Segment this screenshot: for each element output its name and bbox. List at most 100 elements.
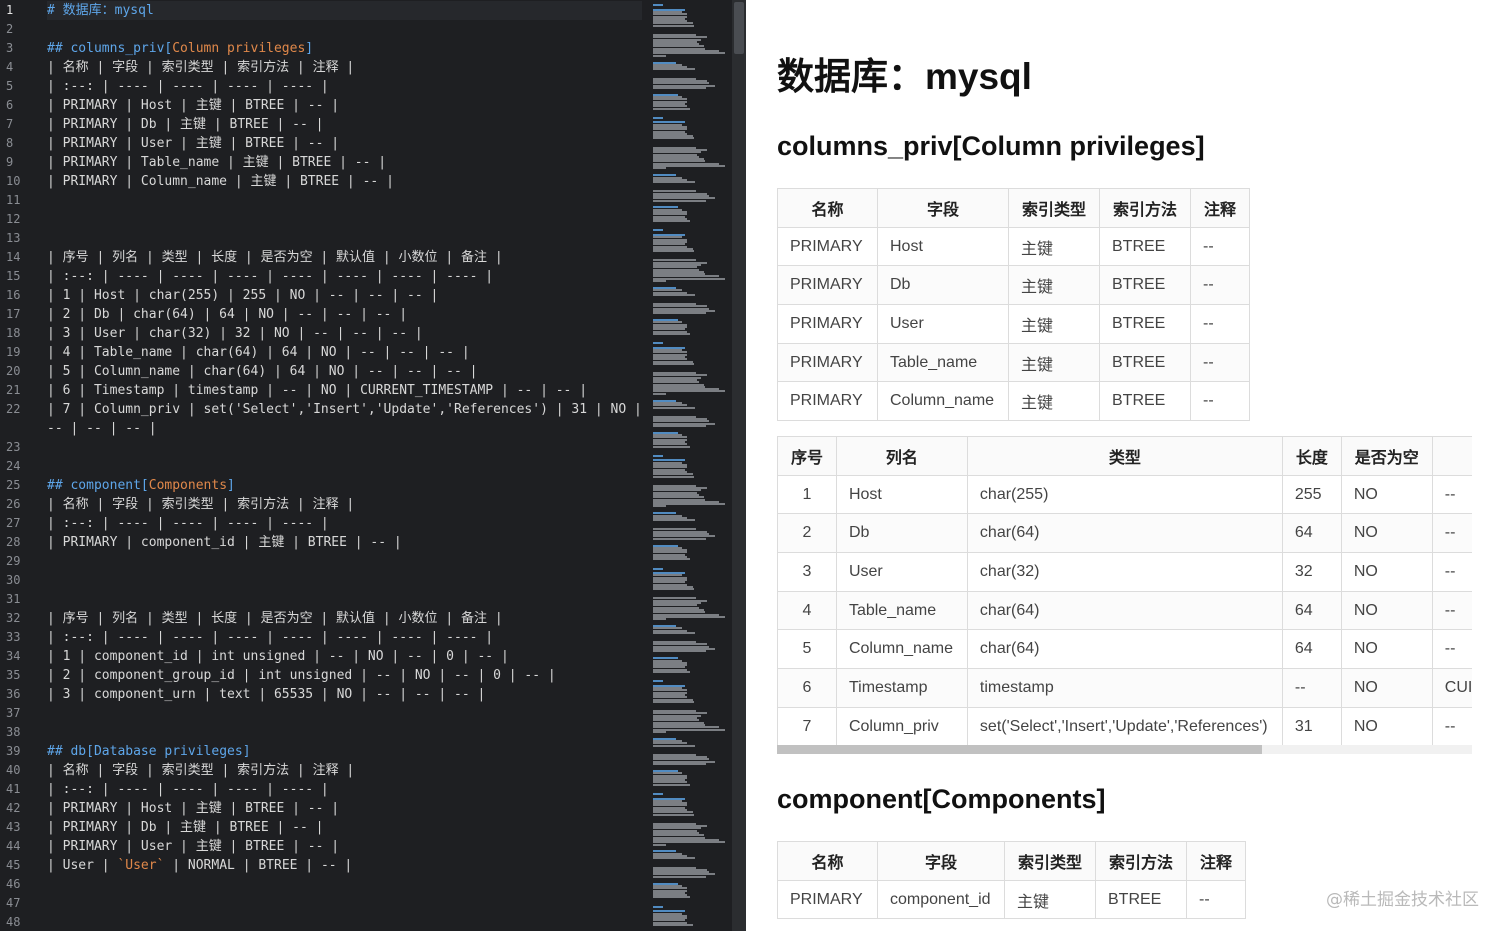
table-cell: BTREE	[1095, 879, 1187, 920]
table-cell: NO	[1340, 706, 1433, 747]
code-line[interactable]: | PRIMARY | User | 主键 | BTREE | -- |	[47, 134, 642, 153]
line-number: 16	[6, 288, 21, 302]
table-scrollbar-thumb[interactable]	[777, 745, 1262, 754]
code-line[interactable]: | User | `User` | NORMAL | BTREE | -- |	[47, 856, 642, 875]
table-cell: PRIMARY	[777, 226, 878, 267]
code-line[interactable]: | 6 | Timestamp | timestamp | -- | NO | …	[47, 381, 642, 400]
line-number: 25	[6, 478, 21, 492]
line-number: 36	[6, 687, 21, 701]
code-line[interactable]: | 名称 | 字段 | 索引类型 | 索引方法 | 注释 |	[47, 58, 642, 77]
code-line[interactable]: | PRIMARY | Host | 主键 | BTREE | -- |	[47, 799, 642, 818]
table-cell: Column_name	[835, 629, 968, 670]
code-line[interactable]: | 序号 | 列名 | 类型 | 长度 | 是否为空 | 默认值 | 小数位 |…	[47, 248, 642, 267]
table-row: 4 Table_name char(64) 64 NO --	[777, 590, 1472, 631]
code-line[interactable]	[47, 913, 642, 931]
table-horizontal-scrollbar[interactable]	[777, 745, 1472, 754]
table-cell: --	[1431, 629, 1472, 670]
code-line[interactable]: | 5 | Column_name | char(64) | 64 | NO |…	[47, 362, 642, 381]
minimap-line	[653, 700, 694, 703]
code-line[interactable]: | 3 | component_urn | text | 65535 | NO …	[47, 685, 642, 704]
code-line[interactable]: | :--: | ---- | ---- | ---- | ---- |	[47, 780, 642, 799]
code-line[interactable]: | 1 | component_id | int unsigned | -- |…	[47, 647, 642, 666]
code-line[interactable]	[47, 571, 642, 590]
line-number: 38	[6, 725, 21, 739]
code-line[interactable]: | 名称 | 字段 | 索引类型 | 索引方法 | 注释 |	[47, 495, 642, 514]
code-line[interactable]: | :--: | ---- | ---- | ---- | ---- | ---…	[47, 267, 642, 286]
table-cell: NO	[1340, 590, 1433, 631]
minimap-line	[653, 137, 694, 140]
column-table-scroll-container[interactable]: 序号 列名 类型 长度 是否为空 1 Host char(255) 255 NO -- 2 Db cha…	[777, 436, 1472, 758]
code-line[interactable]: | :--: | ---- | ---- | ---- | ---- |	[47, 514, 642, 533]
column-header: 索引类型	[1008, 188, 1100, 228]
code-line[interactable]	[47, 229, 642, 248]
code-line[interactable]: | PRIMARY | Host | 主键 | BTREE | -- |	[47, 96, 642, 115]
minimap-line	[653, 680, 663, 683]
code-line[interactable]	[47, 875, 642, 894]
minimap-line	[653, 857, 695, 860]
code-line[interactable]: | 2 | Db | char(64) | 64 | NO | -- | -- …	[47, 305, 642, 324]
code-line[interactable]	[47, 894, 642, 913]
line-number: 9	[6, 155, 14, 169]
minimap-line	[653, 744, 695, 747]
table-cell: 主键	[1008, 265, 1100, 306]
minimap-line	[653, 631, 695, 634]
markdown-editor[interactable]: 1 2 3 4 5 6 7 8 9 10 11 12 13 14 15 16 17 18 19 20 21 22 23 24 2…	[0, 0, 746, 931]
code-line[interactable]: # 数据库：mysql	[47, 1, 642, 20]
minimap-line	[653, 54, 666, 57]
code-line[interactable]	[47, 438, 642, 457]
code-line[interactable]	[47, 191, 642, 210]
table-cell: --	[1190, 381, 1250, 422]
line-number-gutter: 1 2 3 4 5 6 7 8 9 10 11 12 13 14 15 16 17 18 19 20 21 22 23 24 2…	[0, 1, 38, 931]
code-line[interactable]: | 7 | Column_priv | set('Select','Insert…	[47, 400, 642, 419]
minimap[interactable]	[651, 0, 733, 931]
editor-scrollbar-thumb[interactable]	[734, 2, 744, 54]
line-number: 14	[6, 250, 21, 264]
table-cell: Host	[835, 474, 968, 515]
code-line[interactable]: | PRIMARY | Db | 主键 | BTREE | -- |	[47, 818, 642, 837]
code-line[interactable]: | PRIMARY | component_id | 主键 | BTREE | …	[47, 533, 642, 552]
line-number: 48	[6, 915, 21, 929]
code-line[interactable]: | :--: | ---- | ---- | ---- | ---- |	[47, 77, 642, 96]
code-line[interactable]: | PRIMARY | Db | 主键 | BTREE | -- |	[47, 115, 642, 134]
code-line[interactable]: | 序号 | 列名 | 类型 | 长度 | 是否为空 | 默认值 | 小数位 |…	[47, 609, 642, 628]
minimap-line	[653, 406, 695, 409]
code-line[interactable]: | 3 | User | char(32) | 32 | NO | -- | -…	[47, 324, 642, 343]
code-line[interactable]: | PRIMARY | Table_name | 主键 | BTREE | --…	[47, 153, 642, 172]
code-line[interactable]: | 1 | Host | char(255) | 255 | NO | -- |…	[47, 286, 642, 305]
code-line[interactable]	[47, 723, 642, 742]
table-cell: --	[1431, 552, 1472, 592]
line-number: 24	[6, 459, 21, 473]
code-line[interactable]: | :--: | ---- | ---- | ---- | ---- | ---…	[47, 628, 642, 647]
code-line[interactable]	[47, 704, 642, 723]
code-line[interactable]	[47, 210, 642, 229]
table-cell: PRIMARY	[777, 342, 878, 383]
line-number: 40	[6, 763, 21, 777]
code-line[interactable]	[47, 590, 642, 609]
code-line[interactable]: | 2 | component_group_id | int unsigned …	[47, 666, 642, 685]
code-line[interactable]	[47, 552, 642, 571]
code-line[interactable]: | PRIMARY | User | 主键 | BTREE | -- |	[47, 837, 642, 856]
code-area[interactable]: # 数据库：mysql ## columns_priv[Column privil…	[47, 1, 642, 931]
code-line[interactable]	[47, 20, 642, 39]
code-line[interactable]: ## component[Components]	[47, 476, 642, 495]
line-number: 3	[6, 41, 14, 55]
line-number: 8	[6, 136, 14, 150]
minimap-line	[653, 843, 666, 846]
editor-vertical-scrollbar[interactable]	[732, 0, 746, 931]
code-line[interactable]: ## db[Database privileges]	[47, 742, 642, 761]
table-cell: BTREE	[1099, 381, 1191, 422]
code-line[interactable]: | PRIMARY | Column_name | 主键 | BTREE | -…	[47, 172, 642, 191]
minimap-line	[653, 537, 706, 540]
code-line[interactable]: | 名称 | 字段 | 索引类型 | 索引方法 | 注释 |	[47, 761, 642, 780]
table-cell: --	[1190, 265, 1250, 306]
table-cell: NO	[1340, 513, 1433, 554]
code-line[interactable]: ## columns_priv[Column privileges]	[47, 39, 642, 58]
minimap-line	[653, 567, 663, 570]
code-line[interactable]: | 4 | Table_name | char(64) | 64 | NO | …	[47, 343, 642, 362]
code-line[interactable]	[47, 457, 642, 476]
table-cell: 64	[1281, 629, 1342, 670]
table-cell: char(64)	[966, 629, 1283, 670]
code-line[interactable]: -- | -- | -- |	[47, 419, 642, 438]
table-row: 7 Column_priv set('Select','Insert','Updat…	[777, 706, 1472, 747]
table-cell: --	[1431, 590, 1472, 631]
